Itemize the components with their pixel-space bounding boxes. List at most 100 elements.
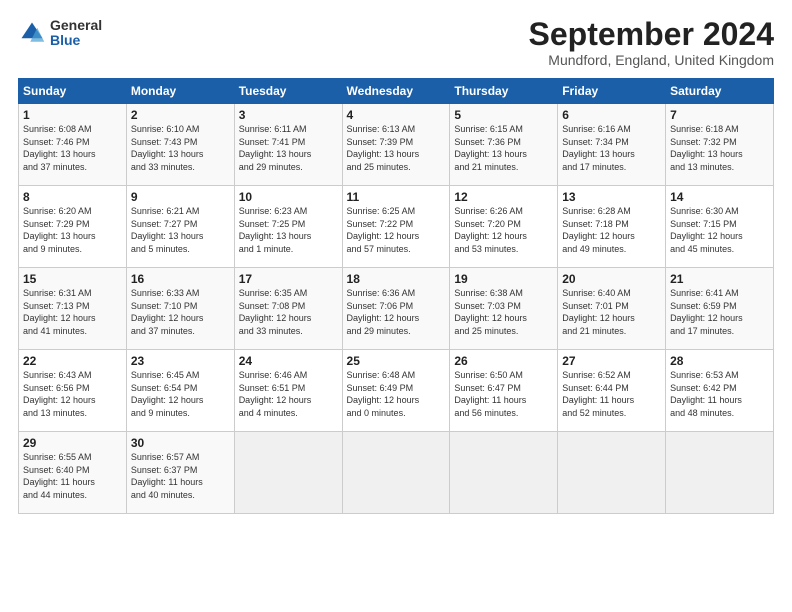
day-info: Sunrise: 6:50 AM Sunset: 6:47 PM Dayligh… (454, 369, 553, 419)
day-info: Sunrise: 6:30 AM Sunset: 7:15 PM Dayligh… (670, 205, 769, 255)
day-number: 17 (239, 272, 338, 286)
day-info: Sunrise: 6:20 AM Sunset: 7:29 PM Dayligh… (23, 205, 122, 255)
day-info: Sunrise: 6:13 AM Sunset: 7:39 PM Dayligh… (347, 123, 446, 173)
calendar-cell: 1Sunrise: 6:08 AM Sunset: 7:46 PM Daylig… (19, 104, 127, 186)
calendar-cell: 4Sunrise: 6:13 AM Sunset: 7:39 PM Daylig… (342, 104, 450, 186)
calendar-week-row: 15Sunrise: 6:31 AM Sunset: 7:13 PM Dayli… (19, 268, 774, 350)
calendar-week-row: 1Sunrise: 6:08 AM Sunset: 7:46 PM Daylig… (19, 104, 774, 186)
day-info: Sunrise: 6:08 AM Sunset: 7:46 PM Dayligh… (23, 123, 122, 173)
day-number: 11 (347, 190, 446, 204)
day-number: 7 (670, 108, 769, 122)
day-info: Sunrise: 6:35 AM Sunset: 7:08 PM Dayligh… (239, 287, 338, 337)
day-info: Sunrise: 6:38 AM Sunset: 7:03 PM Dayligh… (454, 287, 553, 337)
calendar-cell (234, 432, 342, 514)
day-info: Sunrise: 6:48 AM Sunset: 6:49 PM Dayligh… (347, 369, 446, 419)
calendar-cell: 25Sunrise: 6:48 AM Sunset: 6:49 PM Dayli… (342, 350, 450, 432)
calendar-header-friday: Friday (558, 79, 666, 104)
calendar-header-row: SundayMondayTuesdayWednesdayThursdayFrid… (19, 79, 774, 104)
logo: General Blue (18, 18, 102, 49)
calendar-cell: 30Sunrise: 6:57 AM Sunset: 6:37 PM Dayli… (126, 432, 234, 514)
day-number: 9 (131, 190, 230, 204)
calendar-cell: 29Sunrise: 6:55 AM Sunset: 6:40 PM Dayli… (19, 432, 127, 514)
calendar-header-thursday: Thursday (450, 79, 558, 104)
calendar-header-tuesday: Tuesday (234, 79, 342, 104)
calendar-cell: 8Sunrise: 6:20 AM Sunset: 7:29 PM Daylig… (19, 186, 127, 268)
day-number: 21 (670, 272, 769, 286)
calendar-cell (450, 432, 558, 514)
day-info: Sunrise: 6:40 AM Sunset: 7:01 PM Dayligh… (562, 287, 661, 337)
day-info: Sunrise: 6:33 AM Sunset: 7:10 PM Dayligh… (131, 287, 230, 337)
calendar-cell: 10Sunrise: 6:23 AM Sunset: 7:25 PM Dayli… (234, 186, 342, 268)
calendar-week-row: 22Sunrise: 6:43 AM Sunset: 6:56 PM Dayli… (19, 350, 774, 432)
day-number: 13 (562, 190, 661, 204)
calendar-header-saturday: Saturday (666, 79, 774, 104)
location: Mundford, England, United Kingdom (529, 52, 774, 68)
logo-icon (18, 19, 46, 47)
day-number: 15 (23, 272, 122, 286)
calendar-header-monday: Monday (126, 79, 234, 104)
header: General Blue September 2024 Mundford, En… (18, 18, 774, 68)
day-number: 8 (23, 190, 122, 204)
calendar-cell: 22Sunrise: 6:43 AM Sunset: 6:56 PM Dayli… (19, 350, 127, 432)
day-info: Sunrise: 6:41 AM Sunset: 6:59 PM Dayligh… (670, 287, 769, 337)
day-info: Sunrise: 6:21 AM Sunset: 7:27 PM Dayligh… (131, 205, 230, 255)
day-info: Sunrise: 6:10 AM Sunset: 7:43 PM Dayligh… (131, 123, 230, 173)
day-number: 26 (454, 354, 553, 368)
day-info: Sunrise: 6:18 AM Sunset: 7:32 PM Dayligh… (670, 123, 769, 173)
day-info: Sunrise: 6:46 AM Sunset: 6:51 PM Dayligh… (239, 369, 338, 419)
day-info: Sunrise: 6:45 AM Sunset: 6:54 PM Dayligh… (131, 369, 230, 419)
day-number: 27 (562, 354, 661, 368)
day-number: 23 (131, 354, 230, 368)
day-info: Sunrise: 6:26 AM Sunset: 7:20 PM Dayligh… (454, 205, 553, 255)
calendar-cell: 21Sunrise: 6:41 AM Sunset: 6:59 PM Dayli… (666, 268, 774, 350)
day-number: 28 (670, 354, 769, 368)
calendar-header-wednesday: Wednesday (342, 79, 450, 104)
day-number: 1 (23, 108, 122, 122)
calendar-cell: 14Sunrise: 6:30 AM Sunset: 7:15 PM Dayli… (666, 186, 774, 268)
day-number: 29 (23, 436, 122, 450)
calendar-cell: 27Sunrise: 6:52 AM Sunset: 6:44 PM Dayli… (558, 350, 666, 432)
calendar-cell: 3Sunrise: 6:11 AM Sunset: 7:41 PM Daylig… (234, 104, 342, 186)
calendar-cell: 24Sunrise: 6:46 AM Sunset: 6:51 PM Dayli… (234, 350, 342, 432)
calendar-cell (666, 432, 774, 514)
calendar-week-row: 8Sunrise: 6:20 AM Sunset: 7:29 PM Daylig… (19, 186, 774, 268)
day-info: Sunrise: 6:57 AM Sunset: 6:37 PM Dayligh… (131, 451, 230, 501)
day-number: 4 (347, 108, 446, 122)
logo-text: General Blue (50, 18, 102, 49)
day-number: 30 (131, 436, 230, 450)
calendar-table: SundayMondayTuesdayWednesdayThursdayFrid… (18, 78, 774, 514)
calendar-cell (558, 432, 666, 514)
calendar-cell: 9Sunrise: 6:21 AM Sunset: 7:27 PM Daylig… (126, 186, 234, 268)
day-number: 10 (239, 190, 338, 204)
day-info: Sunrise: 6:16 AM Sunset: 7:34 PM Dayligh… (562, 123, 661, 173)
day-number: 22 (23, 354, 122, 368)
calendar-cell: 13Sunrise: 6:28 AM Sunset: 7:18 PM Dayli… (558, 186, 666, 268)
day-number: 2 (131, 108, 230, 122)
day-number: 19 (454, 272, 553, 286)
calendar-cell: 26Sunrise: 6:50 AM Sunset: 6:47 PM Dayli… (450, 350, 558, 432)
page: General Blue September 2024 Mundford, En… (0, 0, 792, 612)
calendar-cell: 12Sunrise: 6:26 AM Sunset: 7:20 PM Dayli… (450, 186, 558, 268)
day-info: Sunrise: 6:43 AM Sunset: 6:56 PM Dayligh… (23, 369, 122, 419)
calendar-cell: 20Sunrise: 6:40 AM Sunset: 7:01 PM Dayli… (558, 268, 666, 350)
calendar-header-sunday: Sunday (19, 79, 127, 104)
day-info: Sunrise: 6:28 AM Sunset: 7:18 PM Dayligh… (562, 205, 661, 255)
calendar-cell: 2Sunrise: 6:10 AM Sunset: 7:43 PM Daylig… (126, 104, 234, 186)
day-number: 16 (131, 272, 230, 286)
day-number: 6 (562, 108, 661, 122)
day-info: Sunrise: 6:23 AM Sunset: 7:25 PM Dayligh… (239, 205, 338, 255)
day-number: 20 (562, 272, 661, 286)
calendar-cell: 7Sunrise: 6:18 AM Sunset: 7:32 PM Daylig… (666, 104, 774, 186)
calendar-cell: 19Sunrise: 6:38 AM Sunset: 7:03 PM Dayli… (450, 268, 558, 350)
day-info: Sunrise: 6:11 AM Sunset: 7:41 PM Dayligh… (239, 123, 338, 173)
calendar-cell: 23Sunrise: 6:45 AM Sunset: 6:54 PM Dayli… (126, 350, 234, 432)
day-info: Sunrise: 6:53 AM Sunset: 6:42 PM Dayligh… (670, 369, 769, 419)
calendar-week-row: 29Sunrise: 6:55 AM Sunset: 6:40 PM Dayli… (19, 432, 774, 514)
day-info: Sunrise: 6:36 AM Sunset: 7:06 PM Dayligh… (347, 287, 446, 337)
day-number: 12 (454, 190, 553, 204)
day-number: 5 (454, 108, 553, 122)
day-number: 3 (239, 108, 338, 122)
month-title: September 2024 (529, 18, 774, 50)
day-info: Sunrise: 6:31 AM Sunset: 7:13 PM Dayligh… (23, 287, 122, 337)
calendar-cell: 15Sunrise: 6:31 AM Sunset: 7:13 PM Dayli… (19, 268, 127, 350)
